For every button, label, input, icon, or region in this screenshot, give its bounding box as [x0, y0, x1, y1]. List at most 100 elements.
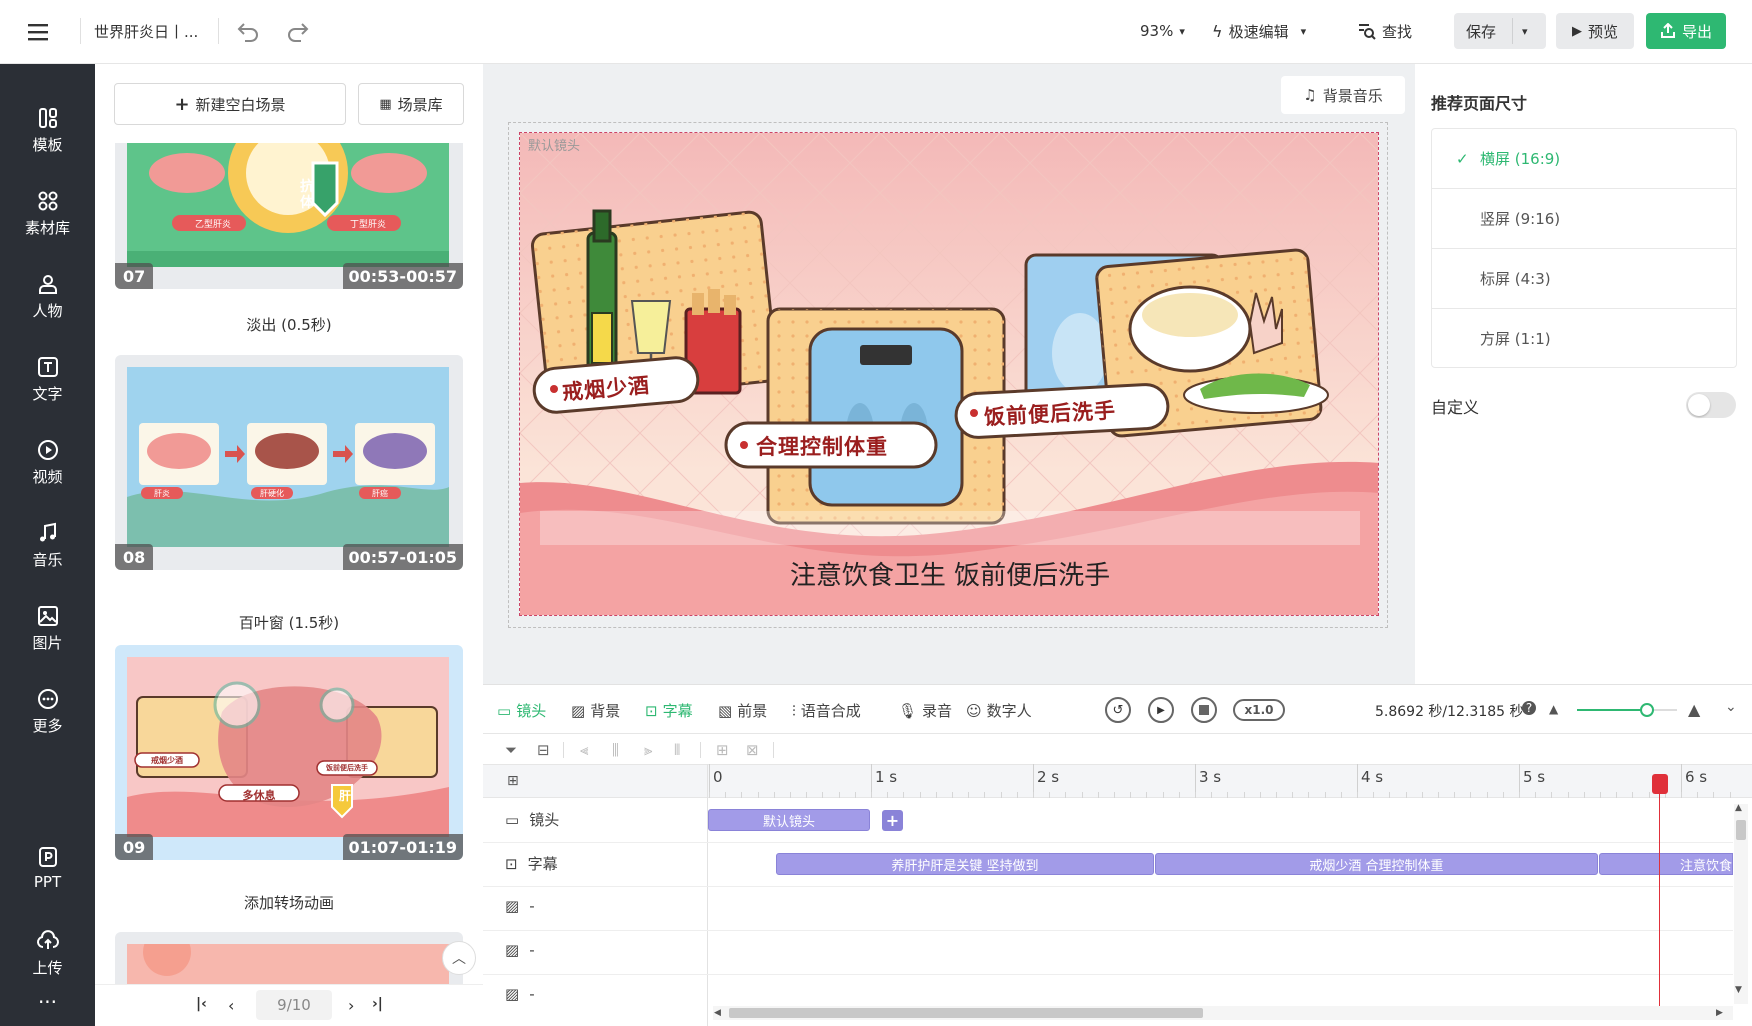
undo-icon[interactable]: [236, 14, 260, 48]
collapse-timeline-icon[interactable]: ⌄: [1725, 699, 1737, 715]
timeline-tool-tts[interactable]: ⫶ 语音合成: [792, 700, 861, 721]
sidebar-more-dots[interactable]: ···: [0, 992, 95, 1012]
scene-thumbnail-08[interactable]: 肝炎 肝硬化 肝癌 08 00:57-01:05: [115, 355, 463, 570]
export-button[interactable]: 导出: [1646, 13, 1726, 49]
timeline-horizontal-scrollbar[interactable]: [713, 1006, 1733, 1020]
left-sidebar: 模板 素材库 人物 文字 视频 音乐 图片 更多 PPT 上传 ···: [0, 64, 95, 1026]
timeline-tool-record[interactable]: 🎙︎ 录音: [898, 700, 952, 721]
align-left-icon[interactable]: ⫷: [580, 741, 588, 759]
document-title[interactable]: 世界肝炎日丨...: [94, 14, 198, 48]
filter-icon[interactable]: ⏷: [505, 741, 517, 759]
prev-page-icon[interactable]: ‹: [228, 996, 234, 1015]
playback-speed-button[interactable]: x1.0: [1233, 699, 1285, 721]
redo-icon[interactable]: [286, 14, 310, 48]
scene-transition-label[interactable]: 淡出 (0.5秒): [115, 314, 463, 335]
subtitle-clip[interactable]: 养肝护肝是关键 坚持做到: [776, 853, 1154, 875]
split-icon[interactable]: ⊟: [537, 741, 550, 759]
zoom-in-icon[interactable]: ▲: [1688, 700, 1700, 719]
sidebar-item-music[interactable]: 音乐: [0, 521, 95, 570]
size-option-16-9[interactable]: ✓ 横屏 (16:9): [1431, 129, 1737, 189]
scroll-right-icon[interactable]: ▶: [1716, 1008, 1723, 1018]
edit-mode-select[interactable]: ϟ 极速编辑 ▾: [1212, 14, 1306, 48]
card-label-weight-control[interactable]: 合理控制体重: [756, 431, 888, 461]
subtitle-clip[interactable]: 戒烟少酒 合理控制体重: [1155, 853, 1598, 875]
sidebar-item-person[interactable]: 人物: [0, 272, 95, 321]
scene-transition-label[interactable]: 添加转场动画: [115, 892, 463, 913]
timeline-vertical-scrollbar[interactable]: [1734, 804, 1748, 1004]
shot-clip[interactable]: 默认镜头: [708, 809, 870, 831]
stop-button[interactable]: [1191, 697, 1217, 723]
page-input[interactable]: 9/10: [256, 990, 332, 1020]
sidebar-item-image[interactable]: 图片: [0, 604, 95, 653]
sidebar-item-upload[interactable]: 上传: [0, 929, 95, 978]
track-header-layer[interactable]: ▨ -: [505, 897, 535, 915]
find-button[interactable]: 查找: [1358, 14, 1412, 48]
timeline-tool-foreground[interactable]: ▧ 前景: [718, 700, 767, 721]
scene-thumbnail-10[interactable]: [115, 932, 463, 984]
scrollbar-thumb[interactable]: [729, 1008, 1203, 1018]
zoom-slider-knob[interactable]: [1640, 703, 1654, 717]
timeline-tool-digital-human[interactable]: ☺ 数字人: [966, 700, 1032, 721]
ruler-tick-label: 0: [713, 768, 723, 786]
align-right-icon[interactable]: ⫸: [644, 741, 652, 759]
track-header-layer[interactable]: ▨ -: [505, 985, 535, 1003]
zoom-out-icon[interactable]: ▲: [1549, 702, 1558, 716]
zoom-slider-track[interactable]: [1577, 703, 1677, 717]
new-blank-scene-button[interactable]: + 新建空白场景: [114, 83, 346, 125]
scrollbar-thumb[interactable]: [1736, 820, 1746, 840]
track-header-subtitle[interactable]: ⊡ 字幕: [505, 853, 558, 874]
sidebar-item-label: 素材库: [24, 219, 70, 237]
menu-icon[interactable]: [28, 15, 50, 49]
scroll-up-icon[interactable]: ▲: [1735, 803, 1742, 813]
canvas-stage[interactable]: 戒烟少酒 合理控制体重 饭前便后洗手 注意饮食卫生 饭前便后洗手 默认镜头: [519, 132, 1379, 616]
timeline-tool-subtitle[interactable]: ⊡ 字幕: [645, 700, 693, 721]
scene-library-button[interactable]: ▦ 场景库: [358, 83, 464, 125]
align-center-icon[interactable]: ⫼: [612, 741, 619, 759]
scene-thumbnail-09[interactable]: 戒烟少酒 多休息 饭前便后洗手 肝 09 01:07-01:19: [115, 645, 463, 860]
sidebar-item-label: 音乐: [32, 551, 63, 569]
canvas-subtitle[interactable]: 注意饮食卫生 饭前便后洗手: [520, 555, 1378, 592]
last-page-icon[interactable]: ›|: [372, 996, 383, 1012]
scene-thumbnail-07[interactable]: 抗体 乙型肝炎 丁型肝炎 07 00:53-00:57: [115, 143, 463, 289]
add-shot-button[interactable]: +: [882, 810, 903, 831]
group-icon[interactable]: ⊞: [716, 741, 729, 759]
timeline-ruler[interactable]: [483, 764, 1752, 798]
save-dropdown-icon[interactable]: ▾: [1522, 14, 1528, 48]
help-icon[interactable]: ?: [1522, 701, 1536, 715]
sidebar-item-text[interactable]: 文字: [0, 355, 95, 404]
size-option-1-1[interactable]: 方屏 (1:1): [1431, 308, 1737, 368]
playhead-handle[interactable]: [1651, 774, 1668, 794]
ungroup-icon[interactable]: ⊠: [746, 741, 759, 759]
play-button[interactable]: ▶: [1148, 697, 1174, 723]
timeline-tool-shot[interactable]: ▭ 镜头: [497, 700, 546, 721]
sidebar-item-more[interactable]: 更多: [0, 687, 95, 736]
background-music-button[interactable]: ♫ 背景音乐: [1281, 76, 1405, 114]
scroll-to-top-button[interactable]: ︿: [442, 941, 476, 975]
zoom-slider-fill: [1577, 709, 1647, 711]
scroll-left-icon[interactable]: ◀: [714, 1008, 721, 1018]
playhead[interactable]: [1650, 774, 1670, 1010]
timeline-tool-background[interactable]: ▨ 背景: [571, 700, 620, 721]
next-page-icon[interactable]: ›: [348, 996, 354, 1015]
save-button[interactable]: 保存: [1466, 14, 1496, 48]
preview-button[interactable]: ▶ 预览: [1556, 13, 1634, 49]
replay-button[interactable]: ↺: [1105, 697, 1131, 723]
ruler-tick-label: 3 s: [1199, 768, 1222, 786]
track-header-layer[interactable]: ▨ -: [505, 941, 535, 959]
sidebar-item-ppt[interactable]: PPT: [0, 845, 95, 891]
ruler-minor-tick: [1713, 792, 1715, 798]
ruler-minor-tick: [1243, 792, 1245, 798]
track-header-shot[interactable]: ▭ 镜头: [505, 809, 559, 830]
scroll-down-icon[interactable]: ▼: [1735, 985, 1742, 995]
sidebar-item-video[interactable]: 视频: [0, 438, 95, 487]
scene-transition-label[interactable]: 百叶窗 (1.5秒): [115, 612, 463, 633]
zoom-select[interactable]: 93% ▾: [1140, 14, 1185, 48]
size-option-9-16[interactable]: 竖屏 (9:16): [1431, 189, 1737, 249]
distribute-icon[interactable]: ⫴: [674, 741, 680, 759]
sidebar-item-template[interactable]: 模板: [0, 106, 95, 155]
custom-size-toggle[interactable]: [1686, 392, 1736, 418]
first-page-icon[interactable]: |‹: [196, 996, 207, 1012]
size-option-4-3[interactable]: 标屏 (4:3): [1431, 249, 1737, 309]
track-settings-icon[interactable]: ⊞: [507, 773, 519, 789]
sidebar-item-material[interactable]: 素材库: [0, 189, 95, 238]
